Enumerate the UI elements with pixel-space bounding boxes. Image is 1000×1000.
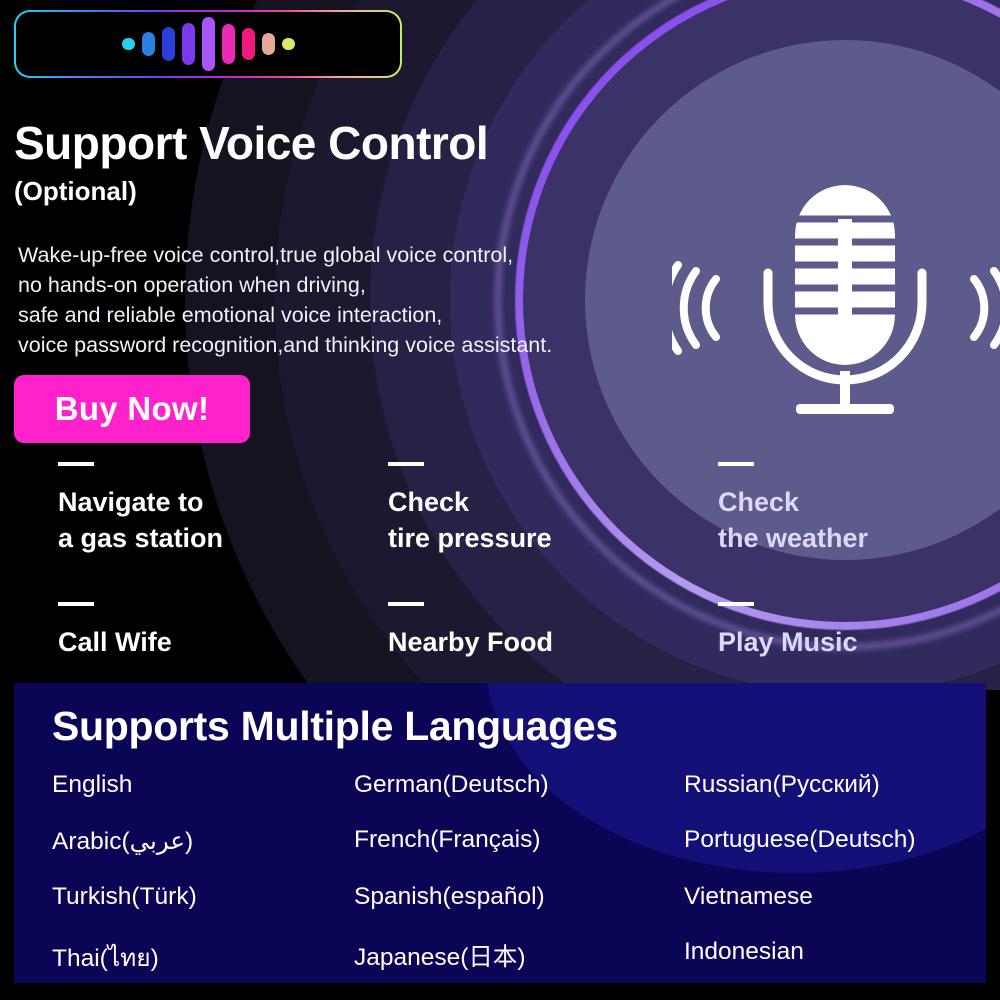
- command-label: Call Wife: [58, 627, 172, 657]
- command-label: Nearby Food: [388, 627, 554, 657]
- command-dash-marker: [388, 602, 424, 606]
- language-item: Turkish(Türk): [52, 883, 197, 910]
- command-label: Play Music: [718, 627, 858, 657]
- voice-command-item[interactable]: Navigate to a gas station: [58, 462, 388, 602]
- command-dash-marker: [718, 462, 754, 466]
- waveform-bar-1: [141, 32, 155, 56]
- waveform-logo-icon: [16, 12, 400, 76]
- language-item: Arabic(عربي): [52, 828, 194, 855]
- microphone-icon: [660, 185, 1000, 430]
- voice-control-promo-banner: Support Voice Control (Optional) Wake-up…: [0, 0, 1000, 1000]
- languages-grid: English German(Deutsch) Russian(Русский) Ar…: [52, 771, 952, 977]
- language-item: French(Français): [354, 826, 541, 853]
- waveform-bar-4: [201, 17, 215, 71]
- waveform-bar-7: [261, 33, 275, 55]
- waveform-bar-8: [281, 38, 295, 50]
- waveform-bar-6: [241, 28, 255, 60]
- command-dash-marker: [388, 462, 424, 466]
- language-item: Portuguese(Deutsch): [684, 826, 916, 853]
- language-item: Indonesian: [684, 938, 804, 965]
- page-title: Support Voice Control: [14, 117, 489, 169]
- languages-title: Supports Multiple Languages: [52, 703, 618, 749]
- buy-now-button[interactable]: Buy Now!: [14, 375, 250, 443]
- waveform-bar-2: [161, 27, 175, 61]
- voice-command-item[interactable]: Play Music: [718, 602, 988, 660]
- voice-command-item[interactable]: Check tire pressure: [388, 462, 718, 602]
- language-item: Spanish(español): [354, 883, 545, 910]
- command-dash-marker: [58, 462, 94, 466]
- logo-frame: [14, 10, 402, 78]
- page-subtitle: (Optional): [14, 176, 137, 206]
- voice-command-item[interactable]: Call Wife: [58, 602, 388, 660]
- description-text: Wake-up-free voice control,true global v…: [18, 243, 553, 357]
- voice-command-grid: Navigate to a gas station Check tire pres…: [58, 462, 988, 660]
- voice-command-item[interactable]: Nearby Food: [388, 602, 718, 660]
- waveform-bar-0: [121, 38, 135, 50]
- command-dash-marker: [58, 602, 94, 606]
- command-dash-marker: [718, 602, 754, 606]
- command-label: Check the weather: [718, 487, 869, 553]
- command-label: Navigate to a gas station: [58, 487, 224, 553]
- waveform-bar-5: [221, 24, 235, 64]
- voice-command-item[interactable]: Check the weather: [718, 462, 988, 602]
- language-item: Thai(ไทย): [52, 945, 159, 972]
- language-item: German(Deutsch): [354, 771, 549, 798]
- command-label: Check tire pressure: [388, 487, 552, 553]
- languages-panel: Supports Multiple Languages English Germa…: [14, 683, 986, 983]
- waveform-bar-3: [181, 23, 195, 65]
- language-item: Vietnamese: [684, 883, 813, 910]
- language-item: Japanese(日本): [354, 944, 526, 971]
- language-item: Russian(Русский): [684, 771, 880, 798]
- language-item: English: [52, 771, 133, 798]
